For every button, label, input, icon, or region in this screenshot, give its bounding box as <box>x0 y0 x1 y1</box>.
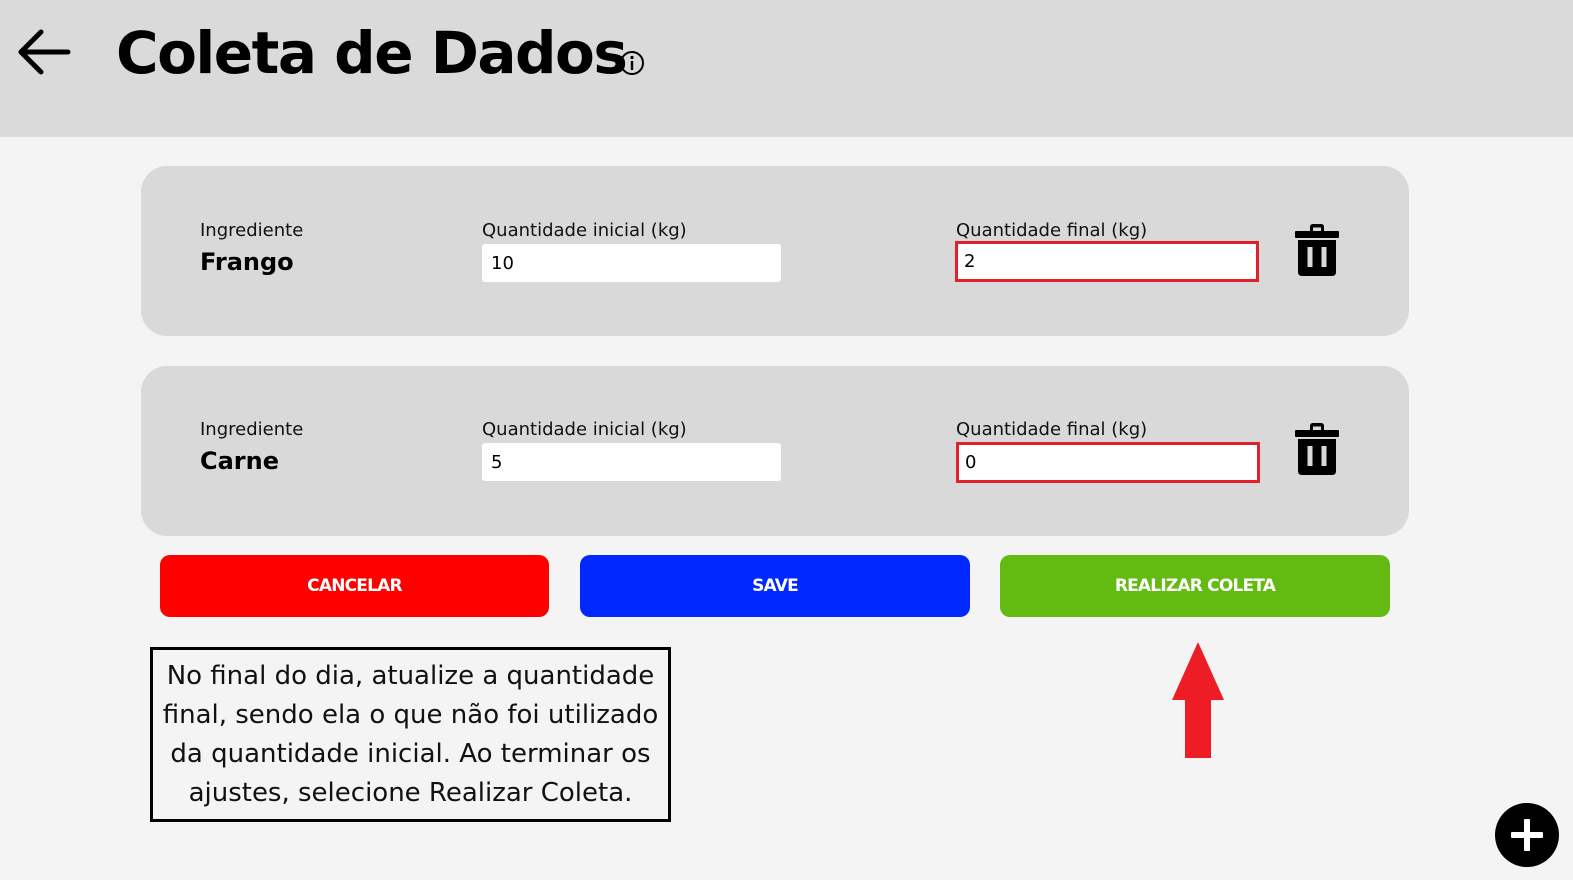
delete-button[interactable] <box>1292 222 1342 278</box>
instruction-callout: No final do dia, atualize a quantidade f… <box>150 647 671 822</box>
ingredient-name: Carne <box>200 447 280 475</box>
instruction-line: da quantidade inicial. Ao terminar os <box>170 739 651 769</box>
instruction-line: final, sendo ela o que não foi utilizado <box>162 700 659 730</box>
initial-quantity-label: Quantidade inicial (kg) <box>482 419 687 440</box>
final-quantity-input[interactable] <box>955 241 1259 282</box>
info-icon[interactable] <box>619 50 645 76</box>
final-quantity-label: Quantidade final (kg) <box>956 419 1148 440</box>
pointer-arrow-icon <box>1170 642 1226 759</box>
cancel-button[interactable]: CANCELAR <box>160 555 549 617</box>
trash-icon <box>1295 423 1339 475</box>
plus-icon <box>1511 819 1543 851</box>
add-button[interactable] <box>1495 803 1559 867</box>
trash-icon <box>1295 224 1339 276</box>
ingredient-label: Ingrediente <box>200 419 304 440</box>
app-header: Coleta de Dados <box>0 0 1573 137</box>
instruction-line: No final do dia, atualize a quantidade <box>166 661 655 691</box>
ingredient-card: Ingrediente Carne Quantidade inicial (kg… <box>141 366 1409 536</box>
delete-button[interactable] <box>1292 421 1342 477</box>
final-quantity-label: Quantidade final (kg) <box>956 220 1148 241</box>
realizar-coleta-button[interactable]: REALIZAR COLETA <box>1000 555 1390 617</box>
ingredient-label: Ingrediente <box>200 220 304 241</box>
back-button[interactable] <box>14 26 74 78</box>
ingredient-card: Ingrediente Frango Quantidade inicial (k… <box>141 166 1409 336</box>
initial-quantity-input[interactable] <box>482 244 781 282</box>
save-button[interactable]: SAVE <box>580 555 970 617</box>
initial-quantity-label: Quantidade inicial (kg) <box>482 220 687 241</box>
initial-quantity-input[interactable] <box>482 443 781 481</box>
arrow-left-icon <box>18 29 71 75</box>
final-quantity-input[interactable] <box>956 442 1260 483</box>
instruction-line: ajustes, selecione Realizar Coleta. <box>188 778 633 808</box>
page-title: Coleta de Dados <box>116 19 628 87</box>
ingredient-name: Frango <box>200 248 294 276</box>
